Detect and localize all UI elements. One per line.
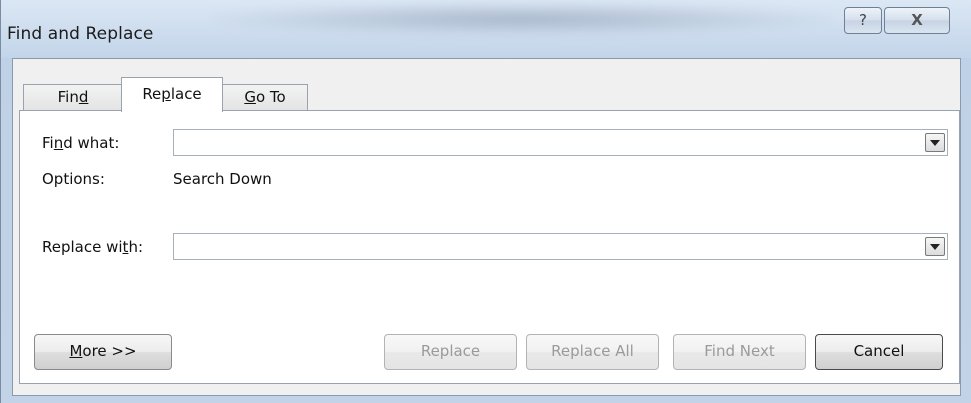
title-bar[interactable]: Find and Replace ? X: [1, 0, 971, 58]
replace-with-combobox[interactable]: [173, 233, 948, 260]
help-button[interactable]: ?: [844, 7, 882, 34]
close-icon: X: [911, 11, 923, 29]
options-value: Search Down: [173, 170, 272, 188]
chevron-down-icon: [930, 244, 940, 250]
more-button-label: More >>: [69, 342, 137, 360]
tab-find[interactable]: Find: [23, 84, 123, 111]
replace-with-dropdown-button[interactable]: [925, 237, 945, 256]
tab-go-to-label: Go To: [244, 88, 286, 106]
replace-button[interactable]: Replace: [384, 334, 517, 370]
replace-with-input[interactable]: [176, 236, 920, 259]
find-next-button[interactable]: Find Next: [673, 334, 806, 370]
cancel-button[interactable]: Cancel: [815, 334, 943, 370]
more-button[interactable]: More >>: [34, 334, 172, 370]
find-what-combobox[interactable]: [173, 129, 948, 156]
find-what-dropdown-button[interactable]: [925, 133, 945, 152]
title-bar-blur: [211, 2, 831, 36]
find-what-input[interactable]: [176, 132, 920, 155]
help-icon: ?: [859, 11, 867, 29]
close-button[interactable]: X: [884, 7, 950, 34]
tab-find-label: Find: [57, 88, 89, 106]
window-title: Find and Replace: [7, 24, 154, 44]
tab-go-to[interactable]: Go To: [222, 84, 308, 111]
chevron-down-icon: [930, 140, 940, 146]
replace-with-label: Replace with:: [42, 238, 143, 256]
find-replace-dialog: Find and Replace ? X Find Go To Replace …: [0, 0, 971, 403]
tab-replace[interactable]: Replace: [121, 77, 223, 112]
find-what-label: Find what:: [42, 134, 120, 152]
replace-all-button[interactable]: Replace All: [526, 334, 659, 370]
tab-replace-label: Replace: [142, 85, 202, 103]
options-label: Options:: [42, 170, 105, 188]
